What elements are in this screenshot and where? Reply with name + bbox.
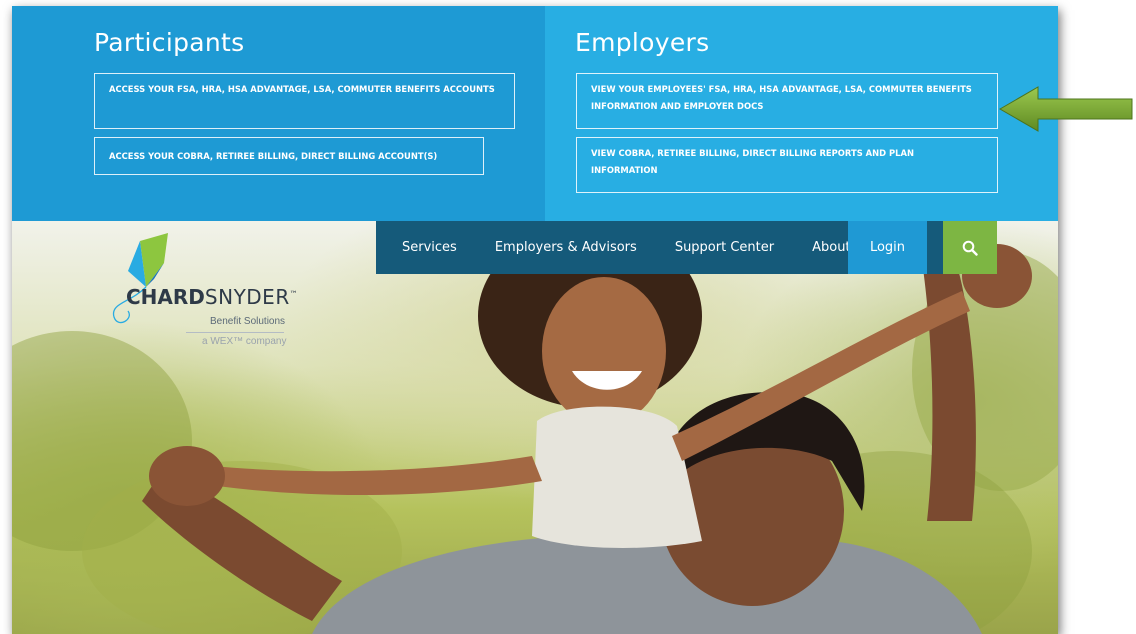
nav-about[interactable]: About: [812, 240, 850, 255]
participant-fsa-access-button[interactable]: ACCESS YOUR FSA, HRA, HSA ADVANTAGE, LSA…: [94, 73, 515, 129]
participants-title: Participants: [94, 28, 245, 57]
chardsnyder-logo[interactable]: CHARDSNYDER™ Benefit Solutions a WEX™ co…: [100, 233, 300, 353]
nav-services[interactable]: Services: [402, 240, 457, 255]
hero-section: CHARDSNYDER™ Benefit Solutions a WEX™ co…: [12, 221, 1058, 634]
nav-employers-advisors[interactable]: Employers & Advisors: [495, 240, 637, 255]
left-arrow-icon: [999, 86, 1133, 132]
logo-trademark: ™: [289, 289, 298, 299]
logo-divider: [186, 332, 284, 333]
login-portal-panel: Participants ACCESS YOUR FSA, HRA, HSA A…: [12, 6, 1058, 221]
logo-brand-light: SNYDER: [204, 285, 290, 309]
browser-page: Participants ACCESS YOUR FSA, HRA, HSA A…: [12, 6, 1058, 634]
employers-column: Employers VIEW YOUR EMPLOYEES' FSA, HRA,…: [545, 6, 1058, 221]
logo-company: a WEX™ company: [202, 336, 287, 347]
participants-column: Participants ACCESS YOUR FSA, HRA, HSA A…: [12, 6, 545, 221]
main-navigation: Services Employers & Advisors Support Ce…: [376, 221, 997, 274]
logo-tagline: Benefit Solutions: [210, 316, 286, 327]
nav-support-center[interactable]: Support Center: [675, 240, 774, 255]
employer-fsa-info-button[interactable]: VIEW YOUR EMPLOYEES' FSA, HRA, HSA ADVAN…: [576, 73, 998, 129]
login-button[interactable]: Login: [848, 221, 927, 274]
search-icon: [962, 240, 978, 256]
logo-brand-bold: CHARD: [126, 285, 205, 309]
logo-wordmark: CHARDSNYDER™: [126, 285, 298, 309]
employers-title: Employers: [575, 28, 710, 57]
search-button[interactable]: [943, 221, 997, 274]
employer-cobra-reports-button[interactable]: VIEW COBRA, RETIREE BILLING, DIRECT BILL…: [576, 137, 998, 193]
kite-icon: [112, 233, 168, 324]
participant-cobra-access-button[interactable]: ACCESS YOUR COBRA, RETIREE BILLING, DIRE…: [94, 137, 484, 175]
